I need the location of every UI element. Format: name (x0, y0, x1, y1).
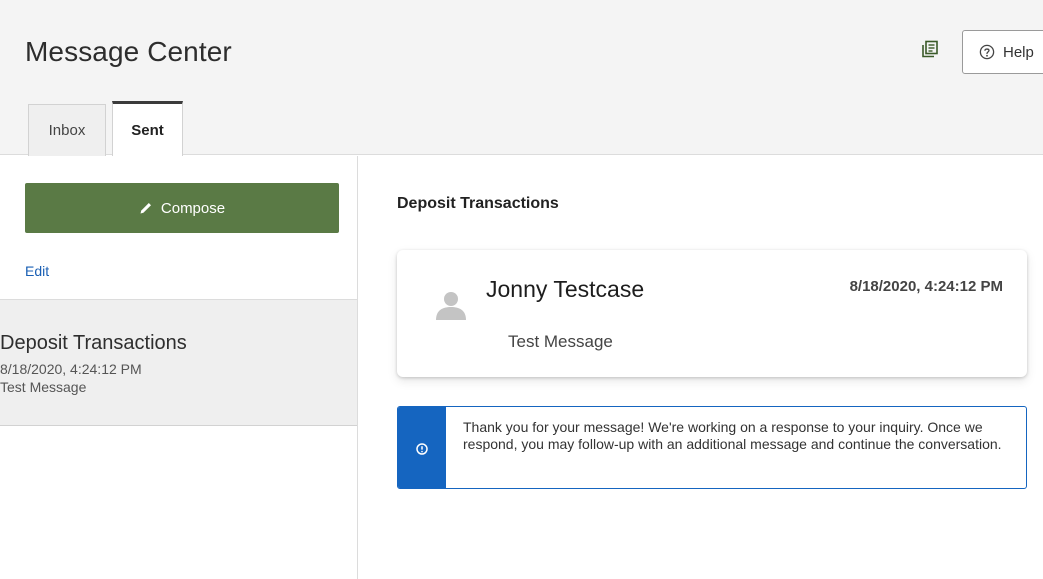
conversation-title: Deposit Transactions (397, 195, 559, 212)
person-icon (433, 286, 469, 322)
tab-sent[interactable]: Sent (112, 101, 183, 157)
message-date: 8/18/2020, 4:24:12 PM (0, 361, 142, 377)
edit-link[interactable]: Edit (25, 263, 49, 279)
page-header: Message Center Help Inbox Sent (0, 0, 1043, 157)
message-preview: Test Message (0, 379, 87, 395)
info-icon (416, 442, 428, 455)
info-strip (398, 407, 446, 488)
compose-button[interactable]: Compose (25, 183, 339, 233)
message-body: Test Message (508, 332, 613, 351)
message-timestamp: 8/18/2020, 4:24:12 PM (849, 278, 1003, 295)
help-button[interactable]: Help (962, 30, 1043, 74)
message-subject: Deposit Transactions (0, 332, 187, 354)
tab-inbox[interactable]: Inbox (28, 104, 106, 156)
help-label: Help (1003, 43, 1034, 61)
notice-text: Thank you for your message! We're workin… (463, 419, 1002, 452)
print-icon[interactable] (921, 40, 939, 58)
message-card: Jonny Testcase 8/18/2020, 4:24:12 PM Tes… (397, 250, 1027, 377)
sender-name: Jonny Testcase (486, 276, 645, 302)
info-notice: Thank you for your message! We're workin… (397, 406, 1027, 489)
message-detail-panel: Deposit Transactions Jonny Testcase 8/18… (358, 156, 1043, 579)
message-tabs: Inbox Sent (28, 100, 183, 157)
list-item[interactable]: Deposit Transactions 8/18/2020, 4:24:12 … (0, 299, 357, 426)
pencil-icon (139, 201, 153, 215)
page-title: Message Center (25, 36, 232, 67)
compose-label: Compose (160, 199, 226, 217)
message-list-panel: Compose Edit Deposit Transactions 8/18/2… (0, 156, 358, 579)
help-circle-icon (979, 44, 995, 60)
